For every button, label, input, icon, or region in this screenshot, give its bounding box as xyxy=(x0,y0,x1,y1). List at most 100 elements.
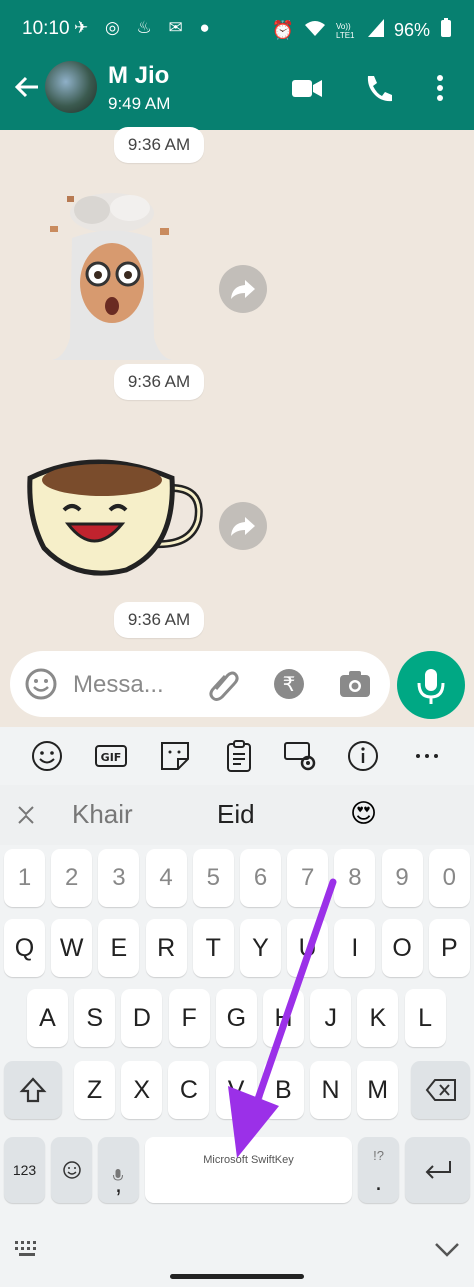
sticker-mind-blown[interactable] xyxy=(42,188,182,368)
contact-name[interactable]: M Jio xyxy=(108,62,169,90)
enter-icon xyxy=(425,1161,451,1179)
key-z[interactable]: Z xyxy=(74,1061,115,1119)
space-key[interactable]: Microsoft SwiftKey xyxy=(145,1137,352,1203)
status-right: ⏰ Vo)) LTE1 96% xyxy=(272,18,452,43)
key-p[interactable]: P xyxy=(428,919,470,977)
enter-key[interactable] xyxy=(405,1137,470,1203)
key-0[interactable]: 0 xyxy=(428,849,470,907)
more-options-icon[interactable] xyxy=(425,68,455,108)
timestamp-chip: 9:36 AM xyxy=(114,602,204,638)
key-f[interactable]: F xyxy=(168,989,210,1047)
more-icon[interactable] xyxy=(410,739,444,773)
key-t[interactable]: T xyxy=(192,919,234,977)
message-placeholder: Messa... xyxy=(73,671,164,698)
key-c[interactable]: C xyxy=(168,1061,210,1119)
battery-icon xyxy=(440,18,452,43)
key-s[interactable]: S xyxy=(74,989,116,1047)
key-n[interactable]: N xyxy=(310,1061,351,1119)
top-bar: 10:10 ✈ ◎ ♨ ✉ ● ⏰ Vo)) LTE1 96% M Jio 9:… xyxy=(0,0,474,130)
back-arrow-icon[interactable] xyxy=(10,72,44,106)
key-5[interactable]: 5 xyxy=(192,849,234,907)
gif-icon[interactable]: GIF xyxy=(94,739,128,773)
key-a[interactable]: A xyxy=(27,989,68,1047)
backspace-icon xyxy=(425,1079,456,1101)
mic-button[interactable] xyxy=(397,651,465,719)
info-icon[interactable] xyxy=(346,739,380,773)
key-i[interactable]: I xyxy=(334,919,376,977)
comma-key[interactable]: , xyxy=(98,1137,139,1203)
key-w[interactable]: W xyxy=(51,919,93,977)
emoji-icon[interactable] xyxy=(30,739,64,773)
emoji-key[interactable] xyxy=(51,1137,92,1203)
key-7[interactable]: 7 xyxy=(287,849,329,907)
contact-last-seen: 9:49 AM xyxy=(108,94,171,113)
key-j[interactable]: J xyxy=(310,989,352,1047)
sticker-laughing-cup[interactable] xyxy=(26,448,206,583)
suggestion-3[interactable]: 😍 xyxy=(350,799,377,829)
key-r[interactable]: R xyxy=(145,919,187,977)
battery-text: 96% xyxy=(393,20,430,40)
key-8[interactable]: 8 xyxy=(334,849,376,907)
app-bar: M Jio 9:49 AM xyxy=(0,58,474,130)
key-g[interactable]: G xyxy=(215,989,257,1047)
forward-button[interactable] xyxy=(219,265,267,313)
key-b[interactable]: B xyxy=(262,1061,304,1119)
key-u[interactable]: U xyxy=(287,919,329,977)
clipboard-icon[interactable] xyxy=(222,739,256,773)
shift-key[interactable] xyxy=(4,1061,62,1119)
period-key[interactable]: !?. xyxy=(358,1137,399,1203)
payment-rupee-icon[interactable]: ₹ xyxy=(272,667,306,706)
shift-icon xyxy=(19,1077,47,1103)
period-label: . xyxy=(375,1168,382,1196)
symbols-key[interactable]: 123 xyxy=(4,1137,45,1203)
sticker-icon[interactable] xyxy=(158,739,192,773)
key-d[interactable]: D xyxy=(121,989,163,1047)
svg-text:GIF: GIF xyxy=(101,751,122,764)
key-q[interactable]: Q xyxy=(4,919,45,977)
emoji-icon[interactable] xyxy=(24,667,58,706)
key-6[interactable]: 6 xyxy=(240,849,281,907)
key-v[interactable]: V xyxy=(215,1061,257,1119)
home-handle[interactable] xyxy=(170,1274,304,1279)
space-label: Microsoft SwiftKey xyxy=(203,1154,294,1166)
suggestion-bar: Khair Eid 😍 xyxy=(0,785,474,845)
forward-button[interactable] xyxy=(219,502,267,550)
network-label: Vo)) LTE1 xyxy=(335,21,355,40)
chat-area: 9:36 AM 9:36 AM 9:36 AM xyxy=(0,127,474,730)
wifi-icon xyxy=(304,19,326,42)
key-9[interactable]: 9 xyxy=(381,849,423,907)
keyboard-settings-icon[interactable] xyxy=(284,739,318,773)
key-4[interactable]: 4 xyxy=(145,849,187,907)
key-m[interactable]: M xyxy=(357,1061,399,1119)
avatar[interactable] xyxy=(45,61,97,113)
video-call-icon[interactable] xyxy=(290,68,330,108)
attachment-icon[interactable] xyxy=(206,667,240,706)
chevron-down-icon[interactable] xyxy=(434,1241,460,1264)
key-k[interactable]: K xyxy=(357,989,399,1047)
backspace-key[interactable] xyxy=(411,1061,470,1119)
key-y[interactable]: Y xyxy=(240,919,281,977)
signal-icon xyxy=(367,19,384,42)
status-bar: 10:10 ✈ ◎ ♨ ✉ ● ⏰ Vo)) LTE1 96% xyxy=(0,0,474,58)
key-e[interactable]: E xyxy=(98,919,140,977)
key-h[interactable]: H xyxy=(263,989,304,1047)
camera-icon[interactable] xyxy=(338,667,372,706)
key-1[interactable]: 1 xyxy=(4,849,45,907)
keyboard-hide-icon[interactable] xyxy=(14,1239,42,1264)
timestamp-chip: 9:36 AM xyxy=(114,364,204,400)
close-suggestions-icon[interactable] xyxy=(14,803,38,832)
key-3[interactable]: 3 xyxy=(98,849,140,907)
voice-call-icon[interactable] xyxy=(362,68,402,108)
key-x[interactable]: X xyxy=(121,1061,163,1119)
key-l[interactable]: L xyxy=(404,989,446,1047)
key-o[interactable]: O xyxy=(381,919,423,977)
svg-text:₹: ₹ xyxy=(283,672,296,696)
alarm-icon: ⏰ xyxy=(271,20,294,40)
suggestion-1[interactable]: Khair xyxy=(72,799,133,830)
status-time: 10:10 xyxy=(22,18,70,39)
timestamp-chip: 9:36 AM xyxy=(114,127,204,163)
keyboard-toolbar: GIF xyxy=(0,727,474,785)
message-input[interactable]: Messa... ₹ xyxy=(10,651,390,717)
suggestion-2[interactable]: Eid xyxy=(217,799,255,830)
key-2[interactable]: 2 xyxy=(51,849,93,907)
